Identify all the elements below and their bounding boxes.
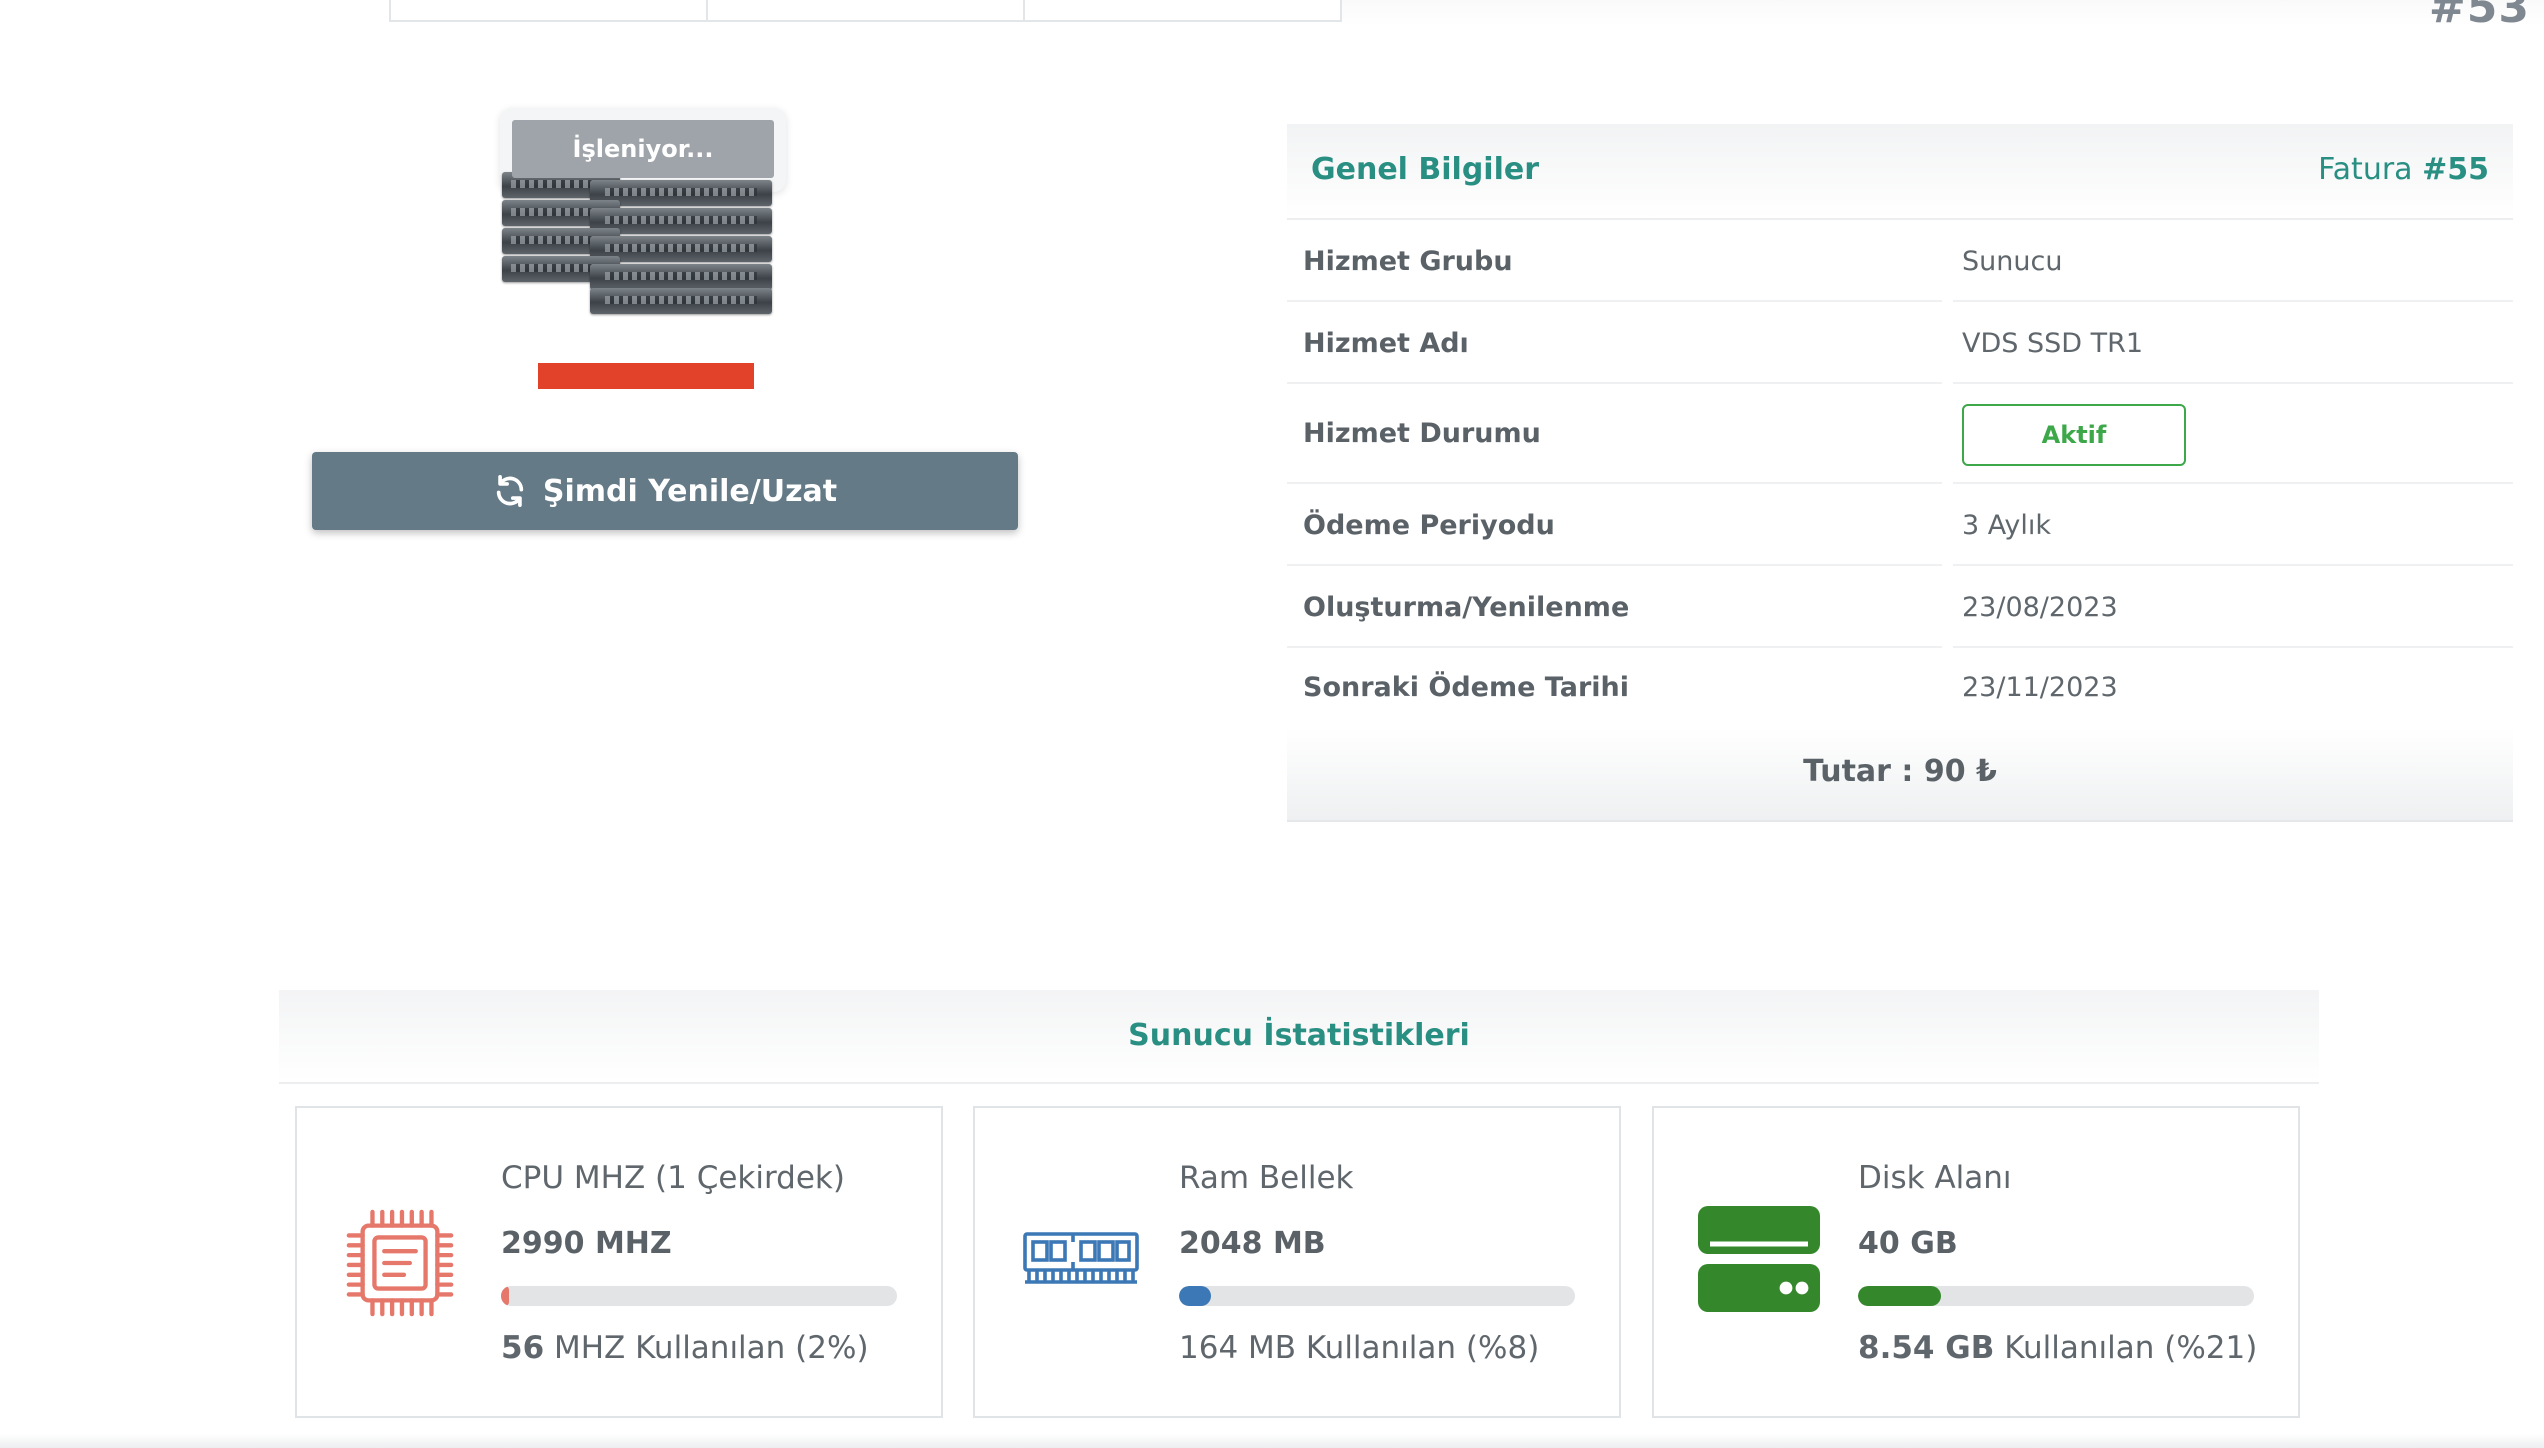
processing-badge: İşleniyor... (512, 120, 774, 178)
renew-extend-label: Şimdi Yenile/Uzat (542, 473, 838, 509)
stat-label: CPU MHZ (1 Çekirdek) (501, 1160, 845, 1196)
general-info-header: Genel Bilgiler Fatura #55 (1287, 124, 2513, 220)
info-value: 23/11/2023 (1962, 672, 2118, 703)
info-label: Oluşturma/Yenilenme (1303, 592, 1630, 623)
usage-progress-fill (501, 1286, 509, 1306)
usage-progress-bar (1858, 1286, 2254, 1306)
status-badge: Aktif (1962, 404, 2186, 466)
bottom-shade (0, 1434, 2544, 1448)
general-info-footer: Tutar : 90 ₺ (1287, 728, 2513, 820)
ram-icon (1023, 1232, 1139, 1284)
server-stats-header: Sunucu İstatistikleri (279, 990, 2319, 1084)
info-label: Hizmet Adı (1303, 328, 1469, 359)
stat-value: 2990 MHZ (501, 1226, 672, 1261)
info-row-payment-period: Ödeme Periyodu 3 Aylık (1287, 484, 2513, 566)
server-rack-icon (502, 172, 772, 314)
general-info-title: Genel Bilgiler (1311, 152, 1540, 187)
info-value: 3 Aylık (1962, 510, 2052, 541)
info-value: Sunucu (1962, 246, 2063, 277)
status-alert-bar (538, 363, 754, 389)
total-amount: Tutar : 90 ₺ (1803, 754, 1997, 789)
info-label: Hizmet Durumu (1303, 418, 1541, 449)
renew-extend-button[interactable]: Şimdi Yenile/Uzat (312, 452, 1018, 530)
disk-icon (1698, 1206, 1820, 1312)
usage-progress-fill (1179, 1286, 1211, 1306)
top-tab-cell[interactable] (391, 0, 708, 20)
stat-value: 40 GB (1858, 1226, 1958, 1261)
top-tab-strip (389, 0, 1342, 22)
stat-label: Disk Alanı (1858, 1160, 2012, 1196)
ram-stat-card: Ram Bellek 2048 MB 164 MB Kullanılan (%8… (973, 1106, 1621, 1418)
invoice-link[interactable]: Fatura #55 (2318, 152, 2489, 187)
top-header-fade (1342, 0, 2544, 26)
info-label: Ödeme Periyodu (1303, 510, 1555, 541)
cpu-stat-card: CPU MHZ (1 Çekirdek) 2990 MHZ 56 MHZ Kul… (295, 1106, 943, 1418)
stat-label: Ram Bellek (1179, 1160, 1354, 1196)
usage-text: 56 MHZ Kullanılan (2%) (501, 1330, 869, 1366)
server-stats-title: Sunucu İstatistikleri (1128, 1018, 1470, 1053)
info-row-service-group: Hizmet Grubu Sunucu (1287, 220, 2513, 302)
info-row-next-payment: Sonraki Ödeme Tarihi 23/11/2023 (1287, 648, 2513, 730)
top-tab-cell[interactable] (1025, 0, 1340, 20)
info-label: Hizmet Grubu (1303, 246, 1513, 277)
invoice-prefix: Fatura (2318, 152, 2413, 187)
usage-text: 164 MB Kullanılan (%8) (1179, 1330, 1540, 1366)
order-number: #53 (2428, 0, 2530, 33)
server-image: İşleniyor... (500, 108, 786, 314)
cpu-icon (346, 1209, 454, 1317)
disk-stat-card: Disk Alanı 40 GB 8.54 GB Kullanılan (%21… (1652, 1106, 2300, 1418)
info-row-created: Oluşturma/Yenilenme 23/08/2023 (1287, 566, 2513, 648)
info-value: 23/08/2023 (1962, 592, 2118, 623)
usage-progress-bar (1179, 1286, 1575, 1306)
invoice-number: #55 (2422, 152, 2489, 187)
info-value: VDS SSD TR1 (1962, 328, 2144, 359)
top-tab-cell[interactable] (708, 0, 1025, 20)
info-row-service-name: Hizmet Adı VDS SSD TR1 (1287, 302, 2513, 384)
usage-progress-bar (501, 1286, 897, 1306)
usage-text: 8.54 GB Kullanılan (%21) (1858, 1330, 2258, 1366)
general-info-panel: Genel Bilgiler Fatura #55 Hizmet Grubu S… (1287, 124, 2513, 822)
refresh-icon (496, 474, 524, 508)
info-label: Sonraki Ödeme Tarihi (1303, 672, 1630, 703)
stat-value: 2048 MB (1179, 1226, 1326, 1261)
info-row-service-status: Hizmet Durumu (1287, 384, 2513, 484)
usage-progress-fill (1858, 1286, 1942, 1306)
